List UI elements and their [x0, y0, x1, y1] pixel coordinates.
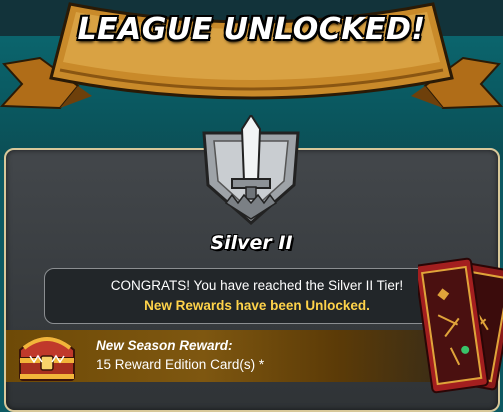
reward-cards-image — [418, 257, 503, 394]
treasure-chest-icon — [19, 337, 75, 381]
season-reward-value: 15 Reward Edition Card(s) * — [96, 357, 265, 372]
rewards-unlocked-message: New Rewards have been Unlocked. — [144, 298, 370, 313]
banner-title: LEAGUE UNLOCKED! — [77, 12, 426, 47]
season-reward-title: New Season Reward: — [96, 338, 233, 353]
silver-league-emblem-icon — [202, 115, 300, 226]
congrats-message: CONGRATS! You have reached the Silver II… — [110, 278, 404, 293]
message-box: CONGRATS! You have reached the Silver II… — [44, 268, 470, 324]
